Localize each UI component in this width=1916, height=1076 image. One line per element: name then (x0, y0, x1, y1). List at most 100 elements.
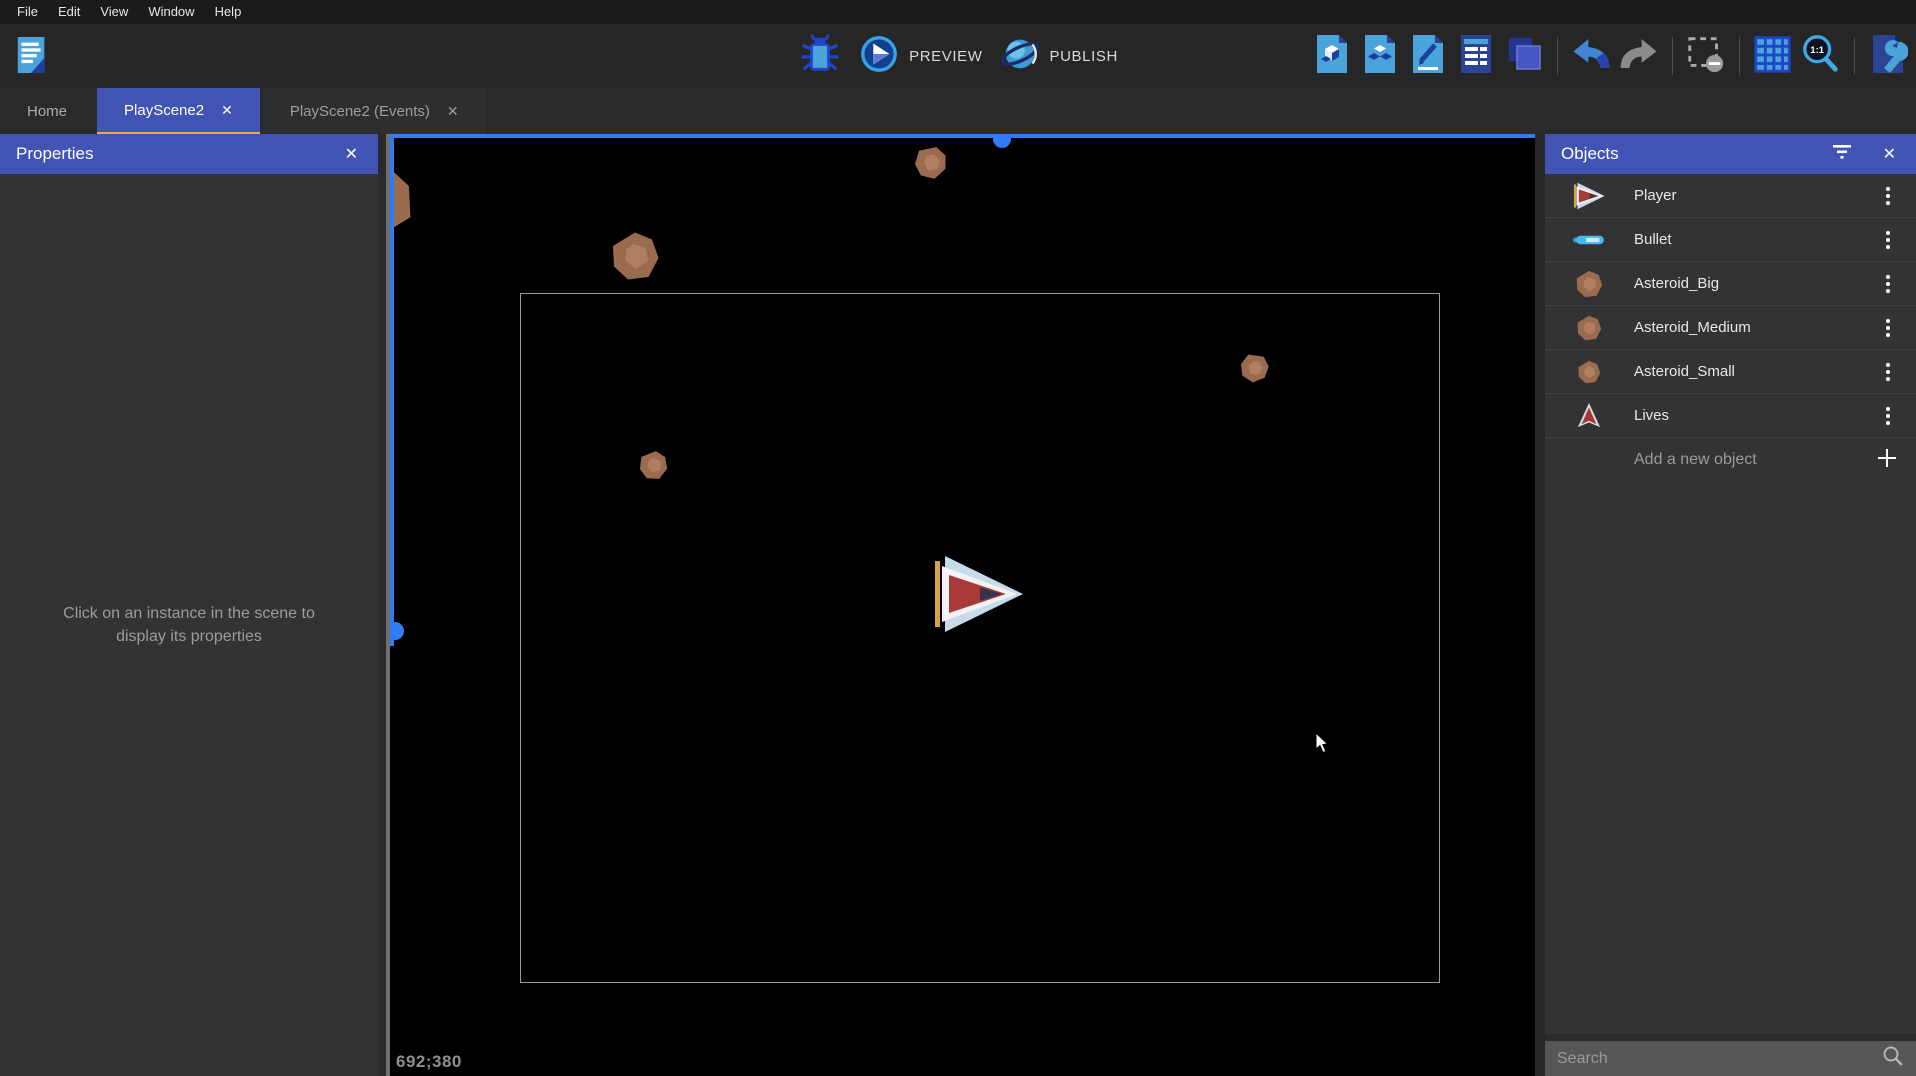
object-row-player[interactable]: Player (1545, 174, 1916, 218)
bullet-icon (1571, 233, 1607, 247)
redo-icon (1618, 34, 1660, 79)
svg-text:1:1: 1:1 (1810, 45, 1824, 56)
objects-panel-header: Objects ✕ (1545, 134, 1916, 174)
object-row-bullet[interactable]: Bullet (1545, 218, 1916, 262)
plus-icon (1876, 447, 1898, 474)
redo-button[interactable] (1617, 32, 1661, 80)
properties-panel-header: Properties ✕ (0, 134, 378, 174)
deselect-icon (1685, 33, 1727, 80)
tab-home[interactable]: Home (0, 88, 94, 134)
filter-icon[interactable] (1831, 144, 1853, 165)
preview-button[interactable]: PREVIEW (858, 33, 982, 79)
properties-panel-body: Click on an instance in the scene to dis… (0, 174, 378, 1076)
search-icon[interactable] (1882, 1045, 1904, 1072)
menu-view[interactable]: View (90, 0, 138, 24)
object-row-lives[interactable]: Lives (1545, 394, 1916, 438)
object-name: Lives (1634, 407, 1882, 424)
objects-search-input[interactable] (1557, 1050, 1882, 1068)
toolbar-separator (1854, 37, 1855, 75)
objects-list-icon (1312, 32, 1352, 81)
properties-panel: Properties ✕ Click on an instance in the… (0, 134, 378, 1076)
objects-search-bar (1545, 1041, 1916, 1076)
tab-label: Home (27, 103, 67, 120)
object-row-asteroid-medium[interactable]: Asteroid_Medium (1545, 306, 1916, 350)
tab-close-icon[interactable]: ✕ (447, 104, 459, 118)
horizontal-scrollbar[interactable] (390, 134, 1535, 138)
objects-panel-title: Objects (1561, 144, 1831, 164)
menu-help[interactable]: Help (205, 0, 252, 24)
panel-resize-handle-left[interactable] (378, 134, 390, 1076)
project-manager-button[interactable] (10, 33, 54, 81)
asteroid-icon (1571, 315, 1607, 341)
open-scene-properties-button[interactable] (1406, 32, 1450, 80)
scene-properties-icon (1408, 32, 1448, 81)
zoom-reset-button[interactable]: 1:1 (1799, 32, 1843, 80)
asteroid-instance[interactable] (907, 140, 952, 188)
menubar: File Edit View Window Help (0, 0, 1916, 24)
object-groups-icon (1360, 32, 1400, 81)
open-objects-list-button[interactable] (1310, 32, 1354, 80)
add-object-button[interactable]: Add a new object (1545, 438, 1916, 482)
game-resolution-frame (520, 293, 1440, 983)
preview-label: PREVIEW (909, 48, 982, 65)
tab-playscene2-events[interactable]: PlayScene2 (Events) ✕ (263, 88, 486, 134)
tab-playscene2[interactable]: PlayScene2 ✕ (97, 88, 260, 134)
toolbar-extra-settings-button[interactable] (1866, 32, 1910, 80)
scene-canvas[interactable]: 692;380 (390, 134, 1535, 1076)
publish-button[interactable]: PUBLISH (999, 33, 1118, 79)
toolbar: PREVIEW PUBLISH (0, 24, 1916, 88)
grid-icon (1752, 33, 1794, 80)
object-name: Bullet (1634, 231, 1882, 248)
tab-close-icon[interactable]: ✕ (221, 103, 233, 117)
instances-list-icon (1456, 32, 1496, 81)
toolbar-separator (1739, 37, 1740, 75)
asteroid-instance[interactable] (610, 231, 660, 286)
cursor-coordinates: 692;380 (396, 1052, 462, 1072)
object-menu-icon[interactable] (1882, 359, 1894, 385)
close-icon[interactable]: ✕ (1879, 142, 1900, 166)
object-name: Player (1634, 187, 1882, 204)
object-row-asteroid-big[interactable]: Asteroid_Big (1545, 262, 1916, 306)
layers-icon (1504, 32, 1544, 81)
object-menu-icon[interactable] (1882, 315, 1894, 341)
object-row-asteroid-small[interactable]: Asteroid_Small (1545, 350, 1916, 394)
mouse-cursor-icon (1315, 732, 1331, 759)
toolbar-separator (1672, 37, 1673, 75)
object-menu-icon[interactable] (1882, 271, 1894, 297)
menu-file[interactable]: File (7, 0, 48, 24)
debugger-button[interactable] (798, 32, 842, 80)
open-instances-list-button[interactable] (1454, 32, 1498, 80)
tab-label: PlayScene2 (124, 102, 204, 119)
menu-window[interactable]: Window (138, 0, 204, 24)
object-menu-icon[interactable] (1882, 183, 1894, 209)
asteroid-icon (1571, 270, 1607, 298)
tab-label: PlayScene2 (Events) (290, 103, 430, 120)
wrench-icon (1868, 32, 1908, 81)
preview-play-icon (858, 33, 900, 79)
debug-bug-icon (799, 33, 841, 80)
objects-panel: Objects ✕ Player (1545, 134, 1916, 1076)
object-menu-icon[interactable] (1882, 403, 1894, 429)
object-name: Asteroid_Small (1634, 363, 1882, 380)
properties-panel-title: Properties (16, 144, 341, 164)
publish-globe-icon (999, 33, 1041, 79)
project-manager-icon (13, 32, 51, 83)
tabbar: Home PlayScene2 ✕ PlayScene2 (Events) ✕ (0, 88, 1916, 134)
zoom-one-to-one-icon: 1:1 (1800, 33, 1842, 80)
vertical-scrollbar[interactable] (390, 134, 394, 646)
asteroid-icon (1571, 360, 1607, 384)
close-icon[interactable]: ✕ (341, 142, 362, 166)
publish-label: PUBLISH (1050, 48, 1118, 65)
open-layers-button[interactable] (1502, 32, 1546, 80)
undo-button[interactable] (1569, 32, 1613, 80)
player-icon (1571, 182, 1607, 210)
object-name: Asteroid_Big (1634, 275, 1882, 292)
menu-edit[interactable]: Edit (48, 0, 90, 24)
open-object-groups-button[interactable] (1358, 32, 1402, 80)
undo-icon (1570, 34, 1612, 79)
clear-selection-button[interactable] (1684, 32, 1728, 80)
toggle-grid-button[interactable] (1751, 32, 1795, 80)
toolbar-separator (1557, 37, 1558, 75)
panel-resize-handle-right[interactable] (1535, 134, 1545, 1076)
object-menu-icon[interactable] (1882, 227, 1894, 253)
